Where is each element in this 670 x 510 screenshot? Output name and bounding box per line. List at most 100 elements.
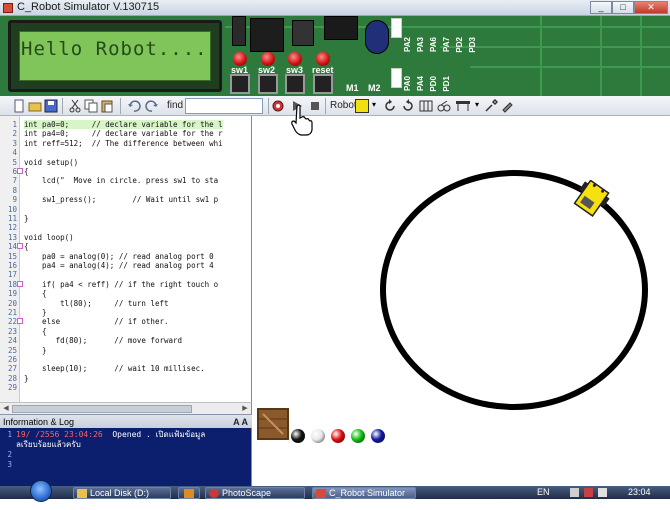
fold-toggle-icon[interactable] — [17, 280, 23, 287]
scroll-right-icon[interactable]: ▶ — [240, 404, 250, 414]
rotate-right-icon[interactable] — [401, 99, 415, 113]
code-line[interactable]: 21 } — [0, 308, 251, 317]
cut-icon[interactable] — [68, 99, 82, 113]
code-line[interactable]: 9 sw1_press(); // Wait until sw1 p — [0, 195, 251, 205]
sensor-icon[interactable] — [437, 99, 451, 113]
task-label: PhotoScape — [222, 488, 272, 498]
code-line[interactable]: 25 } — [0, 346, 251, 355]
port-label: PD2 — [455, 37, 464, 53]
code-line[interactable]: 11} — [0, 214, 251, 223]
rotate-left-icon[interactable] — [383, 99, 397, 113]
code-line[interactable]: 2 int pa4=0; // declare variable for the … — [0, 129, 251, 139]
code-text: { — [24, 167, 29, 176]
chevron-down-icon[interactable]: ▾ — [475, 100, 479, 109]
code-line[interactable]: 6{ — [0, 167, 251, 176]
new-file-icon[interactable] — [12, 99, 26, 113]
color-ball[interactable] — [371, 429, 385, 443]
color-ball[interactable] — [291, 429, 305, 443]
code-line[interactable]: 12 — [0, 223, 251, 232]
code-text: sw1_press(); // Wait until sw1 p — [24, 195, 219, 205]
code-editor[interactable]: 1 int pa0=0; // declare variable for the … — [0, 116, 252, 402]
code-line[interactable]: 18 if( pa4 < reff) // if the right touch… — [0, 279, 251, 289]
tool-icon[interactable] — [500, 99, 514, 113]
line-number: 17 — [7, 270, 17, 280]
color-ball[interactable] — [351, 429, 365, 443]
sw3-button[interactable] — [285, 74, 305, 94]
code-line[interactable]: 4 — [0, 148, 251, 157]
code-line[interactable]: 3 int reff=512; // The difference between… — [0, 138, 251, 148]
code-line[interactable]: 17 — [0, 270, 251, 280]
compile-icon[interactable] — [271, 99, 285, 113]
task-photoscape[interactable]: PhotoScape — [205, 487, 305, 499]
horizontal-scrollbar[interactable]: ◀ ▶ — [0, 402, 252, 414]
code-line[interactable]: 13 void loop() — [0, 233, 251, 242]
font-size-toggle[interactable]: A A — [233, 415, 248, 429]
code-line[interactable]: 16 pa4 = analog(4); // read analog port … — [0, 261, 251, 270]
flag-icon[interactable] — [584, 488, 593, 497]
robot-select-icon[interactable] — [355, 99, 369, 113]
undo-icon[interactable] — [127, 99, 141, 113]
color-ball[interactable] — [311, 429, 325, 443]
chevron-down-icon[interactable]: ▾ — [372, 100, 376, 109]
minimize-button[interactable]: _ — [590, 1, 612, 14]
clock: 23:04 — [628, 487, 651, 497]
wooden-box-icon[interactable] — [257, 408, 289, 440]
task-media[interactable] — [178, 487, 200, 499]
code-line[interactable]: 1 int pa0=0; // declare variable for the … — [0, 120, 251, 129]
settings-icon[interactable] — [484, 98, 499, 113]
scrollbar-thumb[interactable] — [12, 405, 192, 413]
code-line[interactable]: 26 — [0, 355, 251, 364]
code-line[interactable]: 27 sleep(10); // wait 10 millisec. — [0, 364, 251, 373]
find-input[interactable] — [185, 98, 263, 114]
grid-icon[interactable] — [419, 99, 433, 113]
color-ball[interactable] — [331, 429, 345, 443]
port-label: PA7 — [442, 37, 451, 52]
maximize-button[interactable]: □ — [612, 1, 634, 14]
code-text: void setup() — [24, 157, 79, 167]
close-button[interactable]: ✕ — [634, 1, 668, 14]
code-line[interactable]: 5 void setup() — [0, 157, 251, 167]
task-local-disk[interactable]: Local Disk (D:) — [73, 487, 171, 499]
language-indicator[interactable]: EN — [537, 487, 550, 497]
code-text: int pa4=0; // declare variable for the r — [24, 129, 223, 139]
code-text: int reff=512; // The difference between … — [24, 138, 223, 148]
robot-sprite[interactable] — [572, 179, 610, 221]
code-line[interactable]: 7 lcd(" Move in circle. press sw1 to sta — [0, 176, 251, 185]
fold-toggle-icon[interactable] — [17, 318, 23, 325]
sw2-button[interactable] — [258, 74, 278, 94]
reset-button[interactable] — [313, 74, 333, 94]
line-number: 18 — [7, 279, 17, 289]
code-text: fd(80); // move forward — [24, 336, 183, 346]
paste-icon[interactable] — [100, 99, 114, 113]
code-line[interactable]: 22 else // if other. — [0, 317, 251, 326]
line-number: 14 — [7, 242, 17, 252]
scroll-left-icon[interactable]: ◀ — [1, 404, 11, 414]
code-line[interactable]: 29 — [0, 383, 251, 392]
log-line-number: 1 — [7, 430, 12, 439]
fold-toggle-icon[interactable] — [17, 168, 23, 174]
code-line[interactable]: 23 { — [0, 327, 251, 336]
robot-label: Robot — [330, 100, 357, 111]
code-line[interactable]: 24 fd(80); // move forward — [0, 336, 251, 346]
open-folder-icon[interactable] — [28, 99, 42, 113]
volume-icon[interactable] — [598, 488, 607, 497]
code-line[interactable]: 10 — [0, 205, 251, 214]
task-c-robot-simulator[interactable]: C_Robot Simulator V... — [312, 487, 416, 509]
network-icon[interactable] — [570, 488, 579, 497]
sw1-button[interactable] — [230, 74, 250, 94]
code-line[interactable]: 20 tl(80); // turn left — [0, 299, 251, 308]
save-icon[interactable] — [44, 99, 58, 113]
fold-toggle-icon[interactable] — [17, 243, 23, 250]
track-icon[interactable] — [455, 99, 473, 113]
redo-icon[interactable] — [145, 99, 159, 113]
code-line[interactable]: 15 pa0 = analog(0); // read analog port … — [0, 252, 251, 261]
code-line[interactable]: 28} — [0, 374, 251, 383]
log-text: ลเรียบร้อยแล้วครับ — [16, 440, 81, 450]
code-line[interactable]: 8 — [0, 186, 251, 195]
copy-icon[interactable] — [84, 99, 98, 113]
log-text: 19/ /2556 23:04:26 Opened . เปิดแฟ้มข้อม… — [16, 430, 205, 440]
line-number: 26 — [7, 355, 17, 364]
code-line[interactable]: 19 { — [0, 289, 251, 299]
code-line[interactable]: 14 { — [0, 242, 251, 252]
line-number: 19 — [7, 289, 17, 299]
